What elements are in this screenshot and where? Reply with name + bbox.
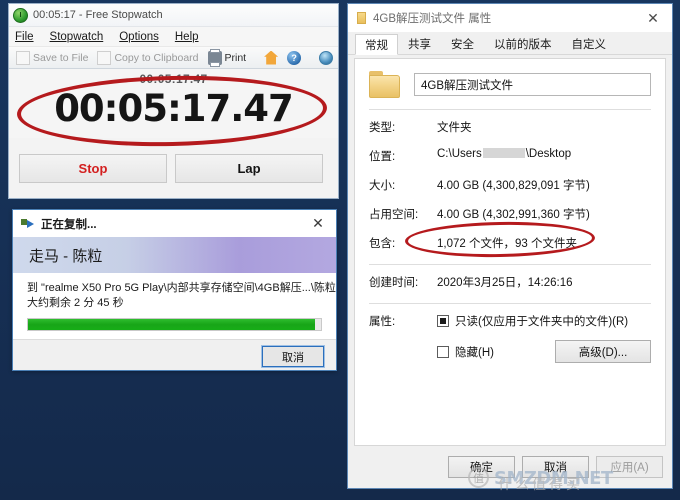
save-file-icon [16,50,30,65]
divider [369,264,651,265]
stopwatch-secondary-time: 00:05:17.47 [139,72,208,86]
tab-security[interactable]: 安全 [441,33,484,54]
stopwatch-icon [13,7,28,23]
field-size: 大小: 4.00 GB (4,300,829,091 字节) [369,177,651,193]
toolbar-home[interactable] [261,49,281,67]
cancel-copy-button[interactable]: 取消 [261,345,325,368]
copy-dialog-body: 到 "realme X50 Pro 5G Play\内部共享存储空间\4GB解压… [13,273,336,339]
home-icon [264,50,279,65]
folder-name-input[interactable]: 4GB解压测试文件 [414,73,651,96]
copy-progress-dialog[interactable]: 正在复制... ✕ 走马 - 陈粒 到 "realme X50 Pro 5G P… [12,209,337,371]
properties-tab-strip[interactable]: 常规 共享 安全 以前的版本 自定义 [348,32,672,55]
tab-customize[interactable]: 自定义 [562,33,617,54]
field-created-value: 2020年3月25日，14:26:16 [437,277,573,289]
stopwatch-titlebar[interactable]: 00:05:17 - Free Stopwatch [9,4,338,27]
copy-destination-text: 到 "realme X50 Pro 5G Play\内部共享存储空间\4GB解压… [27,282,337,294]
field-contains-label: 包含: [369,238,396,250]
menu-item-help-label: Help [174,30,199,43]
menu-item-options[interactable]: Options [119,31,159,43]
field-size-on-disk: 占用空间: 4.00 GB (4,302,991,360 字节) [369,206,651,222]
field-location-suffix: \Desktop [525,148,572,160]
folder-icon [357,12,366,24]
tab-previous-versions[interactable]: 以前的版本 [484,33,562,54]
field-location: 位置: C:\Users \Desktop [369,148,651,164]
attributes-section: 属性: 只读(仅应用于文件夹中的文件)(R) 隐藏(H) 高级(D)... [369,313,651,363]
copy-progress-bar [27,318,322,331]
readonly-checkbox[interactable] [437,315,449,327]
folder-name-row: 4GB解压测试文件 [369,71,651,98]
menu-item-stopwatch[interactable]: Stopwatch [50,31,104,43]
cancel-button[interactable]: 取消 [522,456,589,478]
stopwatch-menubar[interactable]: File Stopwatch Options Help [9,27,338,47]
field-location-value: C:\Users \Desktop [437,148,571,160]
hidden-checkbox-label: 隐藏(H) [455,346,494,359]
field-type-value: 文件夹 [437,122,472,134]
toolbar-save-to-file-label: Save to File [33,51,89,64]
toolbar-copy-to-clipboard-label: Copy to Clipboard [114,51,199,64]
field-contains: 包含: 1,072 个文件，93 个文件夹 [369,235,651,251]
copy-transfer-icon [21,218,35,229]
readonly-checkbox-label: 只读(仅应用于文件夹中的文件)(R) [455,316,629,328]
copy-dialog-title: 正在复制... [41,218,97,231]
folder-icon-large [369,71,400,98]
menu-item-file-label: File [15,30,34,43]
info-icon: ? [287,50,302,65]
toolbar-info[interactable]: ? [284,49,304,67]
field-size-label: 大小: [369,180,396,192]
copy-dialog-titlebar[interactable]: 正在复制... ✕ [13,210,336,237]
stopwatch-primary-time: 00:05:17.47 [54,87,294,130]
free-stopwatch-window[interactable]: 00:05:17 - Free Stopwatch File Stopwatch… [8,3,339,199]
close-icon[interactable]: ✕ [300,210,336,237]
tab-sharing[interactable]: 共享 [398,33,441,54]
copy-clipboard-icon [97,50,112,65]
properties-titlebar[interactable]: 4GB解压测试文件 属性 ✕ [348,4,672,32]
field-created: 创建时间: 2020年3月25日，14:26:16 [369,274,651,290]
advanced-button[interactable]: 高级(D)... [555,340,651,363]
field-location-label: 位置: [369,151,396,163]
properties-footer: 确定 取消 应用(A) [348,446,672,488]
copy-dialog-banner: 走马 - 陈粒 [13,237,336,273]
toolbar-save-to-file[interactable]: Save to File [13,49,91,67]
stopwatch-window-title: 00:05:17 - Free Stopwatch [33,9,163,21]
hidden-checkbox[interactable] [437,345,449,358]
stopwatch-toolbar[interactable]: Save to File Copy to Clipboard Print ? D… [9,47,338,69]
field-created-label: 创建时间: [369,277,419,289]
tab-general[interactable]: 常规 [355,34,398,55]
close-icon[interactable]: ✕ [634,4,672,32]
menu-item-options-label: Options [119,30,159,43]
divider [369,109,651,110]
attributes-label: 属性: [369,316,396,328]
copy-dialog-item-name: 走马 - 陈粒 [29,247,103,265]
divider [369,303,651,304]
stopwatch-button-row: Stop Lap [19,154,323,183]
field-size-on-disk-value: 4.00 GB (4,302,991,360 字节) [437,209,590,221]
toolbar-print-label: Print [224,51,247,64]
copy-progress-fill [28,319,316,330]
printer-icon [207,48,222,67]
copy-dialog-footer: 取消 [13,339,336,370]
toolbar-copy-to-clipboard[interactable]: Copy to Clipboard [94,49,201,67]
field-contains-value: 1,072 个文件，93 个文件夹 [437,238,577,250]
field-size-value: 4.00 GB (4,300,829,091 字节) [437,180,590,192]
toolbar-website[interactable] [316,49,336,67]
field-location-prefix: C:\Users [437,148,482,160]
redacted-username [482,148,525,158]
field-type: 类型: 文件夹 [369,119,651,135]
apply-button[interactable]: 应用(A) [596,456,663,478]
menu-item-file[interactable]: File [15,31,34,43]
ok-button[interactable]: 确定 [448,456,515,478]
copy-remaining-text: 大约剩余 2 分 45 秒 [27,297,124,309]
menu-item-help[interactable]: Help [175,31,199,43]
lap-button[interactable]: Lap [175,154,323,183]
globe-icon [319,50,334,65]
field-type-label: 类型: [369,122,396,134]
stopwatch-display: 00:05:17.47 00:05:17.47 [9,69,338,138]
menu-item-stopwatch-label: Stopwatch [49,30,104,43]
field-size-on-disk-label: 占用空间: [369,209,419,221]
toolbar-print[interactable]: Print [205,48,250,67]
properties-general-panel: 4GB解压测试文件 类型: 文件夹 位置: C:\Users \Desktop 大… [354,58,666,446]
folder-properties-window[interactable]: 4GB解压测试文件 属性 ✕ 常规 共享 安全 以前的版本 自定义 4GB解压测… [347,3,673,489]
stop-button[interactable]: Stop [19,154,167,183]
properties-window-title: 4GB解压测试文件 属性 [373,13,492,25]
